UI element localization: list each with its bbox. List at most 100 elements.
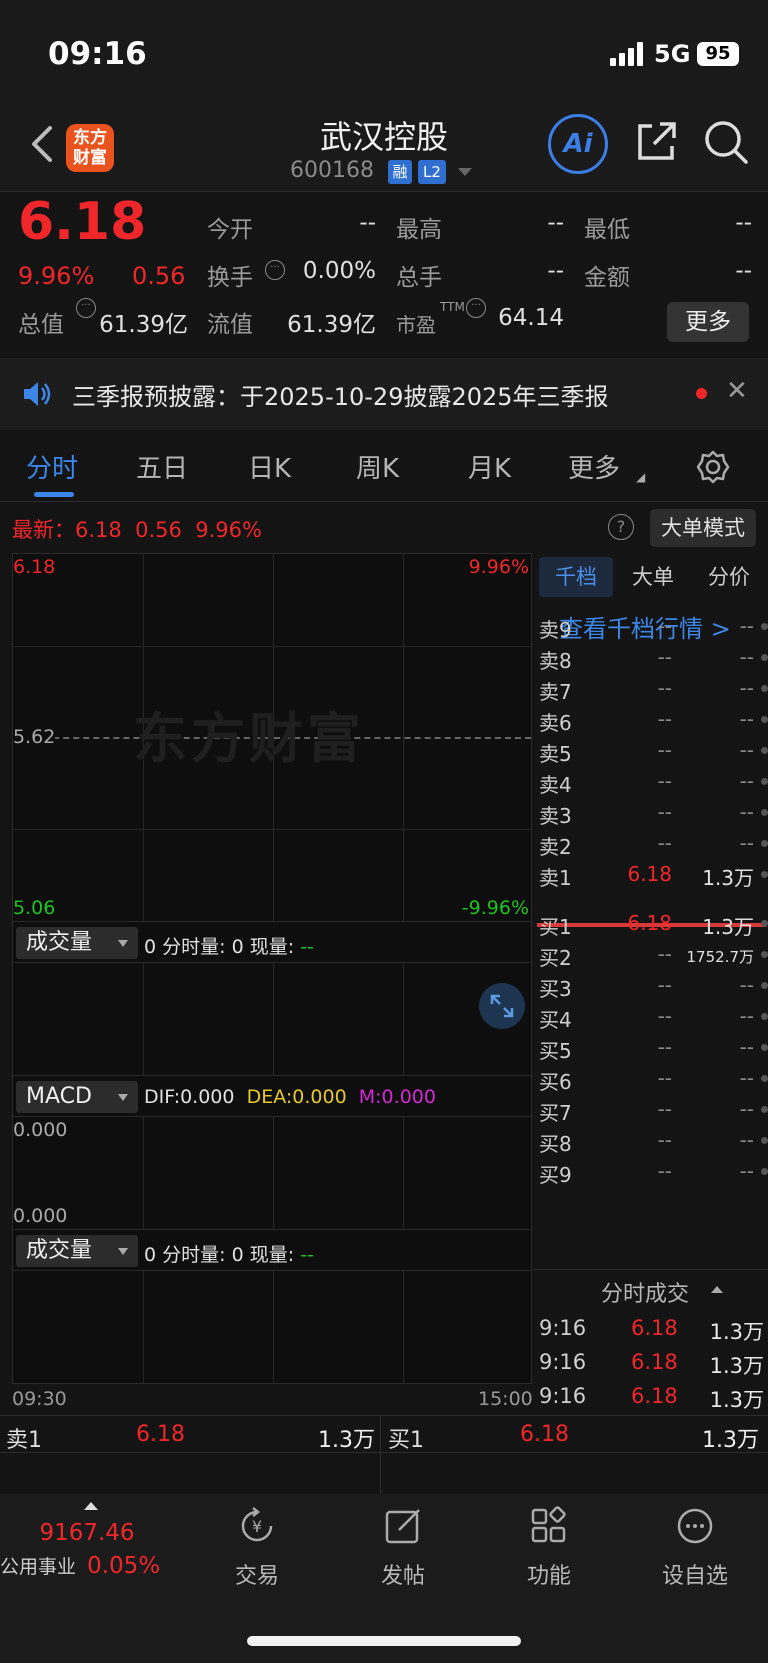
- tab-five-day[interactable]: 五日: [136, 448, 188, 485]
- pe-sup: TTM: [440, 300, 465, 314]
- order-book: 千档 大单 分价 查看千档行情 > 卖9 -- -- 卖8 -- -- 卖7 -- -- 卖6 --…: [533, 553, 768, 1413]
- ask-row[interactable]: 卖6 -- --: [539, 704, 768, 736]
- nav-add-watchlist[interactable]: 设自选: [640, 1504, 750, 1590]
- volume2-readout: 0 分时量: 0 现量: --: [144, 1244, 314, 1266]
- bid-row[interactable]: 买5 -- --: [539, 1032, 768, 1064]
- info-icon[interactable]: ···: [265, 260, 285, 280]
- nav-functions[interactable]: 功能: [494, 1504, 604, 1590]
- ask-row[interactable]: 卖8 -- --: [539, 642, 768, 674]
- ask-row[interactable]: 卖3 -- --: [539, 797, 768, 829]
- chevron-down-icon[interactable]: [458, 168, 472, 176]
- tab-more[interactable]: 更多: [568, 448, 620, 485]
- bid-price: --: [657, 973, 672, 997]
- index-name: 公用事业: [0, 1556, 77, 1578]
- index-ticker[interactable]: 9167.46 公用事业 0.05%: [0, 1502, 180, 1579]
- expand-button[interactable]: [479, 983, 525, 1029]
- nav-trade[interactable]: ¥ 交易: [202, 1504, 312, 1590]
- macd-chart[interactable]: 0.000 0.000: [12, 1116, 532, 1230]
- chevron-up-icon[interactable]: [711, 1286, 723, 1293]
- volume-chart[interactable]: [12, 962, 532, 1076]
- bid-ask-summary-row[interactable]: 卖1 6.18 1.3万 买1 6.18 1.3万: [0, 1415, 768, 1494]
- home-indicator: [247, 1636, 521, 1646]
- ask-volume: --: [739, 831, 754, 855]
- help-icon[interactable]: ?: [608, 514, 634, 540]
- bid-row[interactable]: 买7 -- --: [539, 1094, 768, 1126]
- bid-level-label: 买3: [539, 977, 572, 1001]
- ask-row[interactable]: 卖7 -- --: [539, 673, 768, 705]
- nav-post-label: 发帖: [380, 1564, 425, 1589]
- volume2-chart[interactable]: [12, 1270, 532, 1384]
- settings-icon[interactable]: [696, 450, 730, 484]
- ticks-title[interactable]: 分时成交: [601, 1276, 689, 1308]
- volume-label: 总手: [396, 265, 442, 291]
- ai-assistant-button[interactable]: Ai: [548, 114, 608, 174]
- level-dot: [761, 778, 768, 785]
- tab-daily-k[interactable]: 日K: [248, 448, 291, 485]
- bid-volume: 1752.7万: [686, 948, 755, 966]
- level-dot: [761, 1168, 768, 1175]
- ask-row[interactable]: 卖9 -- --: [539, 611, 768, 643]
- close-icon[interactable]: ✕: [726, 376, 748, 406]
- amount-value: --: [735, 258, 752, 284]
- ask-price: --: [657, 707, 672, 731]
- ask-price: --: [657, 800, 672, 824]
- mktcap-label: 总值: [18, 312, 64, 338]
- volume-selector[interactable]: 成交量: [16, 927, 138, 959]
- nav-post[interactable]: 发帖: [348, 1504, 458, 1590]
- ask-row[interactable]: 卖2 -- --: [539, 828, 768, 860]
- nav-functions-label: 功能: [526, 1564, 571, 1589]
- share-icon[interactable]: [632, 118, 680, 166]
- intraday-price-chart[interactable]: 东方财富 6.18 9.96% 5.62 5.06 -9.96%: [12, 553, 532, 922]
- bid-row[interactable]: 买6 -- --: [539, 1063, 768, 1095]
- bid-volume: --: [739, 1066, 754, 1090]
- price-mid-label: 5.62: [13, 726, 56, 748]
- ask-volume: --: [739, 645, 754, 669]
- bid-row[interactable]: 买9 -- --: [539, 1156, 768, 1188]
- ask-row[interactable]: 卖5 -- --: [539, 735, 768, 767]
- ask-row[interactable]: 卖4 -- --: [539, 766, 768, 798]
- volume2-selector[interactable]: 成交量: [16, 1235, 138, 1267]
- high-value: --: [547, 210, 564, 236]
- level-dot: [761, 1044, 768, 1051]
- status-time: 09:16: [48, 36, 147, 72]
- ask-level-label: 卖4: [539, 773, 572, 797]
- bid-row[interactable]: 买3 -- --: [539, 970, 768, 1002]
- signal-icon: [610, 42, 643, 66]
- bid-row[interactable]: 买2 -- 1752.7万: [539, 939, 768, 971]
- ask-row[interactable]: 卖1 6.18 1.3万: [539, 859, 768, 891]
- bottom-nav: 9167.46 公用事业 0.05% ¥ 交易 发帖 功能 设自选: [0, 1494, 768, 1663]
- tab-intraday[interactable]: 分时: [26, 448, 78, 485]
- battery-icon: 95: [697, 42, 739, 66]
- bid-row[interactable]: 买8 -- --: [539, 1125, 768, 1157]
- bid-price: --: [657, 1097, 672, 1121]
- ask-level-label: 卖2: [539, 835, 572, 859]
- macd-selector[interactable]: MACD: [16, 1081, 138, 1113]
- notice-banner[interactable]: 三季报预披露：于2025-10-29披露2025年三季报 ✕: [0, 358, 768, 430]
- nav-add-watchlist-label: 设自选: [661, 1564, 728, 1589]
- tick-volume: 1.3万: [709, 1354, 764, 1378]
- tab-thousand-levels[interactable]: 千档: [539, 557, 613, 597]
- low-value: --: [735, 210, 752, 236]
- level-dot: [761, 716, 768, 723]
- big-order-mode-button[interactable]: 大单模式: [650, 509, 756, 547]
- high-label: 最高: [396, 217, 442, 243]
- bid-row[interactable]: 买4 -- --: [539, 1001, 768, 1033]
- bid-row[interactable]: 买1 6.18 1.3万: [539, 908, 768, 940]
- macd-readout: DIF:0.000 DEA:0.000 M:0.000: [144, 1086, 436, 1108]
- ask-price: --: [657, 769, 672, 793]
- bid-level-label: 买8: [539, 1132, 572, 1156]
- open-value: --: [359, 210, 376, 236]
- tick-volume: 1.3万: [709, 1320, 764, 1344]
- time-end-label: 15:00: [478, 1388, 533, 1410]
- ask1-volume: 1.3万: [318, 1428, 375, 1453]
- bid-price: --: [657, 1128, 672, 1152]
- tab-weekly-k[interactable]: 周K: [356, 448, 399, 485]
- tab-big-orders[interactable]: 大单: [617, 557, 689, 597]
- info-icon[interactable]: ···: [76, 298, 96, 318]
- info-icon[interactable]: ···: [466, 298, 486, 318]
- network-type: 5G: [654, 40, 691, 68]
- tab-price-distribution[interactable]: 分价: [693, 557, 765, 597]
- search-icon[interactable]: [702, 118, 750, 166]
- tab-monthly-k[interactable]: 月K: [468, 448, 511, 485]
- more-button[interactable]: 更多: [667, 302, 749, 342]
